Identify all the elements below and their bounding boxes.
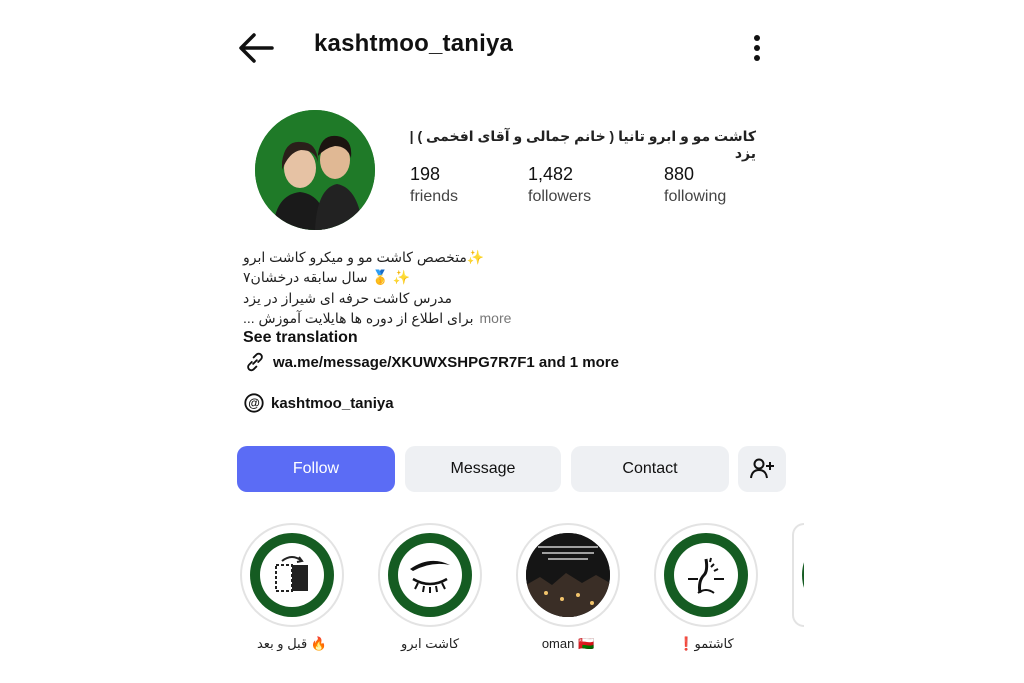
profile-link-text: wa.me/message/XKUWXSHPG7R7F1 and 1 more xyxy=(273,353,619,371)
photo-thumbnail xyxy=(526,533,610,617)
highlight-ring xyxy=(802,533,804,617)
profile-username-title: kashtmoo_taniya xyxy=(314,30,514,57)
highlight-label: oman 🇴🇲 xyxy=(541,636,595,651)
back-arrow-icon[interactable] xyxy=(236,30,276,66)
highlight-ring xyxy=(388,533,472,617)
link-icon xyxy=(247,352,263,372)
hair-follicle-icon xyxy=(688,557,724,594)
bio-more-link[interactable]: more xyxy=(480,308,512,328)
message-button[interactable]: Message xyxy=(405,446,561,492)
highlight-cover xyxy=(398,543,462,607)
bio-line: ✨متخصص کاشت مو و میکرو کاشت ابرو xyxy=(243,249,485,265)
svg-text:@: @ xyxy=(248,396,260,410)
follow-button[interactable]: Follow xyxy=(237,446,395,492)
highlight-eyebrow[interactable] xyxy=(378,523,482,627)
profile-link-row[interactable]: wa.me/message/XKUWXSHPG7R7F1 and 1 more xyxy=(243,351,619,373)
stat-following[interactable]: 880 following xyxy=(664,164,726,206)
highlight-label: کاشت ابرو xyxy=(400,636,460,651)
bio-line: برای اطلاع از دوره ها هایلایت آموزش ... xyxy=(243,310,474,326)
stat-friends[interactable]: 198 friends xyxy=(410,164,458,206)
bio-last-line: برای اطلاع از دوره ها هایلایت آموزش ... … xyxy=(243,308,543,328)
eyebrow-icon xyxy=(410,560,450,593)
stat-value: 880 xyxy=(664,164,695,184)
highlight-ring xyxy=(250,533,334,617)
stat-label: following xyxy=(664,188,727,205)
add-person-icon xyxy=(750,458,774,479)
contact-button[interactable]: Contact xyxy=(571,446,729,492)
avatar-photo xyxy=(255,110,375,230)
threads-badge[interactable]: @ kashtmoo_taniya xyxy=(243,392,394,414)
highlight-label: قبل و بعد 🔥 xyxy=(256,636,327,651)
highlight-label: ❗کاشتمو xyxy=(678,636,734,651)
stat-label: followers xyxy=(528,188,592,205)
highlight-cover xyxy=(260,543,324,607)
highlight-ring xyxy=(664,533,748,617)
highlight-cover xyxy=(674,543,738,607)
stat-followers[interactable]: 1,482 followers xyxy=(528,164,591,206)
bio-line: مدرس کاشت حرفه ای شیراز در یزد xyxy=(243,290,453,306)
highlight-partial[interactable] xyxy=(792,523,804,627)
more-options-icon[interactable] xyxy=(742,32,772,64)
suggested-people-button[interactable] xyxy=(738,446,786,492)
stat-value: 198 xyxy=(410,164,441,184)
highlight-cover xyxy=(526,533,610,617)
before-after-icon xyxy=(275,556,308,592)
stat-label: friends xyxy=(410,188,459,205)
profile-display-name: کاشت مو و ابرو تانیا ( خانم جمالی و آقای… xyxy=(409,128,756,161)
bio-line: ✨ 🥇 سال سابقه درخشان۷ xyxy=(243,269,411,285)
profile-avatar[interactable] xyxy=(255,110,375,230)
see-translation-link[interactable]: See translation xyxy=(243,329,358,347)
highlight-hair[interactable] xyxy=(654,523,758,627)
threads-icon: @ xyxy=(244,393,264,413)
threads-username: kashtmoo_taniya xyxy=(271,394,394,412)
highlight-before-after[interactable] xyxy=(240,523,344,627)
stat-value: 1,482 xyxy=(528,164,574,184)
highlight-oman[interactable] xyxy=(516,523,620,627)
highlight-ring xyxy=(526,533,610,617)
